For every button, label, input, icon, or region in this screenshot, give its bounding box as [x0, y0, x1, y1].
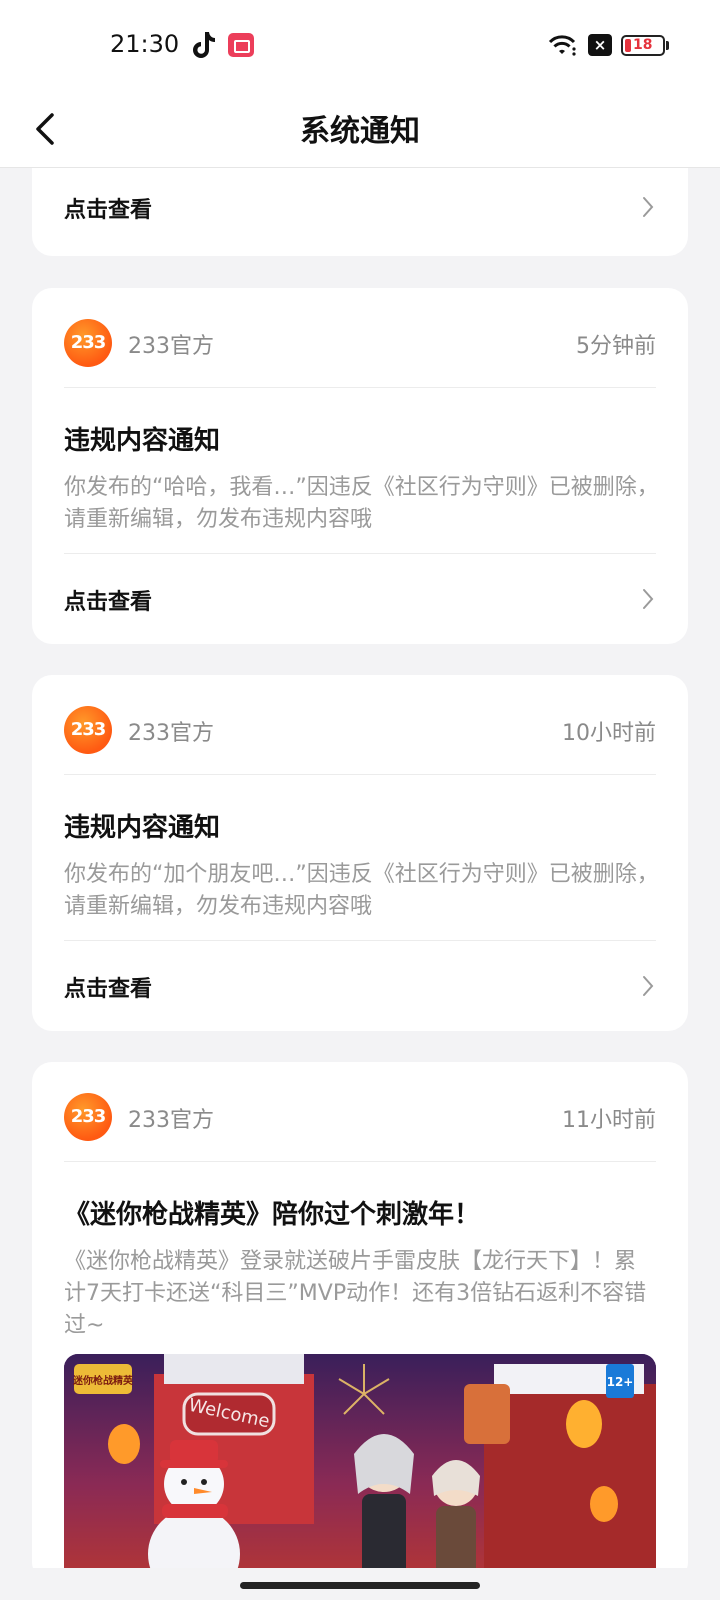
home-indicator[interactable]: [240, 1582, 480, 1589]
notification-card-partial: 点击查看: [32, 168, 688, 256]
card-header: 233 233官方 10小时前: [64, 675, 656, 775]
page-title: 系统通知: [300, 114, 420, 149]
nav-bar: 系统通知: [0, 90, 720, 168]
battery-level: [625, 39, 631, 52]
view-details-row[interactable]: 点击查看: [64, 168, 656, 256]
view-details-row[interactable]: 点击查看: [64, 940, 656, 1031]
avatar: 233: [64, 706, 112, 754]
screen-record-icon: [228, 33, 254, 57]
notification-title: 违规内容通知: [64, 813, 221, 843]
status-time: 21:30: [110, 30, 180, 58]
view-details-label: 点击查看: [64, 590, 153, 615]
battery-cap: [666, 41, 669, 50]
chevron-right-icon: [643, 589, 654, 609]
timestamp: 11小时前: [562, 1108, 656, 1133]
banner-logo-text: 迷你枪战精英: [72, 1374, 134, 1387]
notification-card: 233 233官方 10小时前 违规内容通知 你发布的“加个朋友吧…”因违反《社…: [32, 675, 688, 1031]
notification-list: 点击查看 233 233官方 5分钟前 违规内容通知 你发布的“哈哈，我看…”因…: [0, 168, 720, 1568]
card-header: 233 233官方 11小时前: [64, 1062, 656, 1162]
wifi-icon: [548, 35, 576, 56]
timestamp: 10小时前: [562, 721, 656, 746]
sender-name: 233官方: [128, 334, 214, 359]
sender-name: 233官方: [128, 1108, 214, 1133]
avatar: 233: [64, 1093, 112, 1141]
battery-percent: 18: [633, 37, 653, 53]
x-badge-icon: ×: [588, 34, 612, 56]
notification-body: 你发布的“哈哈，我看…”因违反《社区行为守则》已被删除，请重新编辑，勿发布违规内…: [64, 475, 659, 532]
notification-body: 你发布的“加个朋友吧…”因违反《社区行为守则》已被删除，请重新编辑，勿发布违规内…: [64, 862, 659, 919]
avatar: 233: [64, 319, 112, 367]
banner-artwork: 迷你枪战精英 12+ Welcome: [64, 1354, 656, 1568]
battery-icon: 18: [621, 35, 665, 56]
sender-name: 233官方: [128, 721, 214, 746]
age-rating-badge: 12+: [607, 1375, 634, 1389]
chevron-right-icon: [643, 197, 654, 217]
view-details-row[interactable]: 点击查看: [64, 553, 656, 644]
view-details-label: 点击查看: [64, 198, 153, 223]
notification-title: 违规内容通知: [64, 426, 221, 456]
promo-banner-image[interactable]: 迷你枪战精英 12+ Welcome: [64, 1354, 656, 1568]
promo-body: 《迷你枪战精英》登录就送破片手雷皮肤【龙行天下】！累计7天打卡还送“科目三”MV…: [64, 1249, 647, 1338]
notification-card: 233 233官方 5分钟前 违规内容通知 你发布的“哈哈，我看…”因违反《社区…: [32, 288, 688, 644]
tiktok-icon: [193, 32, 215, 58]
chevron-right-icon: [643, 976, 654, 996]
view-details-label: 点击查看: [64, 977, 153, 1002]
status-bar: 21:30 × 18: [0, 0, 720, 90]
promo-title: 《迷你枪战精英》陪你过个刺激年！: [64, 1200, 481, 1230]
timestamp: 5分钟前: [576, 334, 656, 359]
promo-card[interactable]: 233 233官方 11小时前 《迷你枪战精英》陪你过个刺激年！ 《迷你枪战精英…: [32, 1062, 688, 1568]
card-header: 233 233官方 5分钟前: [64, 288, 656, 388]
